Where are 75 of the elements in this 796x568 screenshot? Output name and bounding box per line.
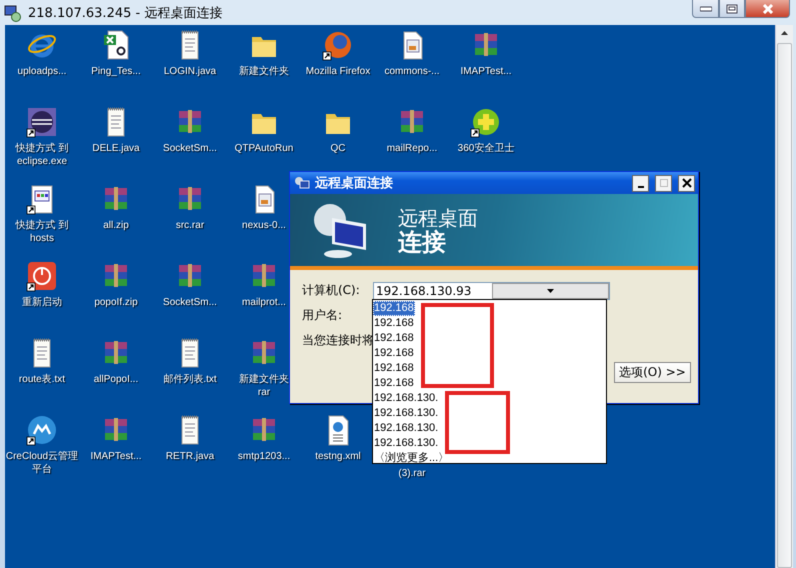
ide-icon[interactable]: [26, 106, 58, 138]
maximize-button[interactable]: [719, 0, 745, 18]
computer-combo-box[interactable]: 192.168.130.93: [373, 282, 610, 300]
minimize-button[interactable]: [692, 0, 719, 18]
field-label: 计算机(C):: [302, 282, 361, 299]
icon-label: mailRepo...: [386, 142, 438, 155]
browse-more-option[interactable]: 〈浏览更多...〉: [373, 451, 450, 466]
icon-label: mailprot...: [242, 296, 286, 309]
icon-label: allPopoI...: [94, 373, 138, 386]
icon-label: src.rar: [176, 219, 204, 232]
icon-label: SocketSm...: [163, 296, 217, 309]
redaction-box: [445, 391, 510, 454]
icon-label: popoIf.zip: [94, 296, 138, 309]
address-option[interactable]: 192.168: [373, 361, 415, 376]
icon-label: 快捷方式 到 hosts: [14, 219, 70, 245]
address-option[interactable]: 192.168.130.: [373, 406, 440, 421]
field-label: 用户名:: [302, 307, 344, 324]
icon-label: uploadps...: [18, 65, 66, 78]
address-option[interactable]: 192.168.130.: [373, 436, 440, 451]
maximize-button[interactable]: [655, 174, 672, 192]
maximize-icon: [658, 178, 668, 188]
banner-title: 连接: [398, 230, 447, 254]
scrollbar[interactable]: [775, 25, 793, 568]
minimize-icon: [638, 186, 644, 188]
field-label: 当您连接时将: [302, 332, 373, 349]
icon-label: IMAPTest...: [90, 450, 142, 463]
address-option[interactable]: 192.168: [373, 376, 415, 391]
close-icon: [762, 4, 774, 14]
security-app-icon[interactable]: [470, 106, 502, 138]
icon-label: QTPAutoRun: [234, 142, 294, 155]
icon-label: SocketSm...: [163, 142, 217, 155]
icon-label: all.zip: [103, 219, 129, 232]
banner-title: 远程桌面: [398, 206, 478, 230]
icon-label: DELE.java: [92, 142, 140, 155]
address-option[interactable]: 192.168: [373, 346, 415, 361]
icon-label: commons-...: [384, 65, 440, 78]
close-button[interactable]: [678, 174, 695, 192]
icon-label: route表.txt: [18, 373, 66, 386]
icon-label: 360安全卫士: [458, 142, 514, 155]
icon-label: (3).rar: [398, 467, 426, 480]
icon-label: 邮件列表.txt: [163, 373, 217, 386]
icon-label: smtp1203...: [238, 450, 290, 463]
minimize-icon: [700, 4, 712, 14]
icon-label: 新建文件夹 rar: [239, 373, 289, 399]
icon-label: Ping_Tes...: [91, 65, 141, 78]
address-option[interactable]: 192.168: [373, 316, 415, 331]
icon-label: QC: [330, 142, 346, 155]
maximize-icon: [726, 4, 738, 14]
address-option[interactable]: 192.168: [373, 301, 415, 316]
remote-desktop-icon: [294, 175, 310, 191]
dialog-title: 远程桌面连接: [315, 174, 394, 192]
icon-label: nexus-0...: [242, 219, 286, 232]
icon-label: testng.xml: [315, 450, 361, 463]
close-icon: [682, 178, 692, 188]
remote-desktop-icon: [4, 4, 22, 22]
options-button[interactable]: 选项(O) >>: [614, 362, 691, 383]
icon-label: 快捷方式 到 eclipse.exe: [14, 142, 70, 168]
address-option[interactable]: 192.168.130.: [373, 391, 440, 406]
browser-icon[interactable]: [322, 29, 354, 61]
caret-icon: [546, 288, 554, 292]
power-icon[interactable]: [26, 260, 58, 292]
minimize-button[interactable]: [632, 174, 649, 192]
up-arrow-icon: [781, 31, 788, 35]
icon-label: IMAPTest...: [460, 65, 512, 78]
icon-label: 新建文件夹: [239, 65, 289, 78]
window-title: 218.107.63.245 - 远程桌面连接: [28, 4, 222, 22]
scrollbar-thumb[interactable]: [777, 43, 792, 568]
address-option[interactable]: 192.168.130.: [373, 421, 440, 436]
icon-label: Mozilla Firefox: [306, 65, 370, 78]
icon-label: CreCloud云管理平台: [5, 450, 79, 476]
icon-label: 重新启动: [22, 296, 62, 309]
icon-label: RETR.java: [166, 450, 214, 463]
address-option[interactable]: 192.168: [373, 331, 415, 346]
icon-label: LOGIN.java: [164, 65, 216, 78]
cloud-app-icon[interactable]: [26, 414, 58, 446]
